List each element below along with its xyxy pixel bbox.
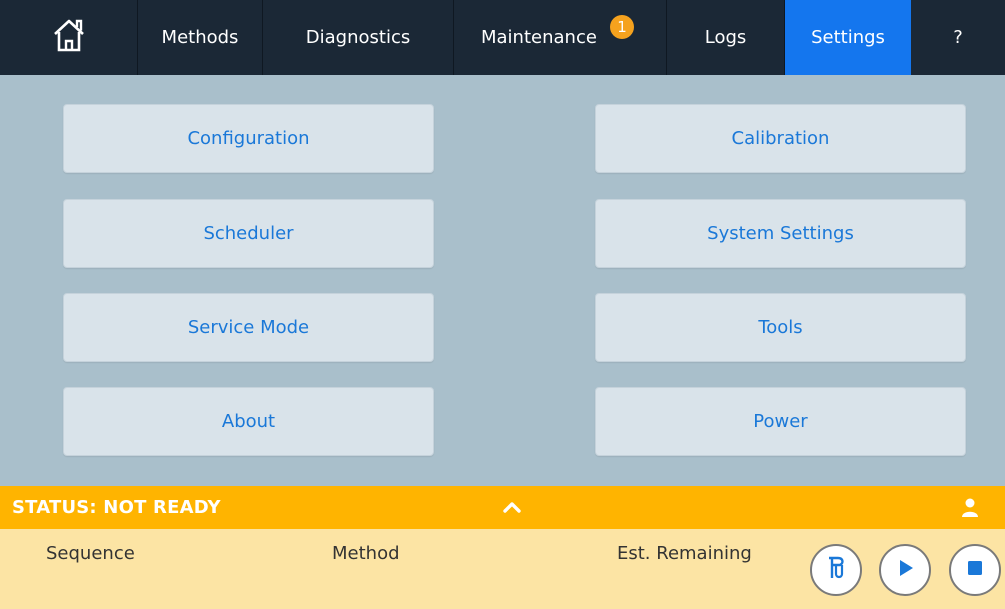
help-label: ? [953,27,963,48]
maintenance-notification-badge: 1 [610,15,634,39]
est-remaining-label: Est. Remaining [617,543,752,564]
tab-diagnostics-label: Diagnostics [305,27,411,48]
tab-maintenance[interactable]: Maintenance 1 [454,0,667,75]
priority-sample-icon [822,554,850,586]
service-mode-button[interactable]: Service Mode [63,293,434,362]
sequence-label: Sequence [46,543,135,564]
configuration-button[interactable]: Configuration [63,104,434,173]
tab-help[interactable]: ? [911,0,1005,75]
tab-logs[interactable]: Logs [667,0,785,75]
system-settings-button[interactable]: System Settings [595,199,966,268]
tab-maintenance-label: Maintenance [481,27,597,48]
about-button[interactable]: About [63,387,434,456]
tab-home[interactable] [0,0,138,75]
tab-logs-label: Logs [704,27,747,48]
scheduler-button[interactable]: Scheduler [63,199,434,268]
stop-button[interactable] [949,544,1001,596]
top-nav-bar: Methods Diagnostics Maintenance 1 Logs S… [0,0,1005,75]
method-label: Method [332,543,400,564]
play-button[interactable] [879,544,931,596]
tab-methods[interactable]: Methods [138,0,263,75]
settings-panel: Configuration Calibration Scheduler Syst… [0,75,1005,485]
tab-settings-label: Settings [811,27,885,48]
run-info-bar: Sequence Method Est. Remaining [0,529,1005,609]
tab-settings[interactable]: Settings [785,0,911,75]
priority-sample-button[interactable] [810,544,862,596]
tools-button[interactable]: Tools [595,293,966,362]
chevron-up-icon[interactable] [500,495,524,519]
play-icon [894,557,916,583]
calibration-button[interactable]: Calibration [595,104,966,173]
home-icon [49,15,89,60]
tab-methods-label: Methods [161,27,239,48]
status-bar: STATUS: NOT READY [0,486,1005,529]
power-button[interactable]: Power [595,387,966,456]
status-text: STATUS: NOT READY [12,497,221,518]
stop-icon [965,558,985,582]
user-icon[interactable] [960,497,980,517]
tab-diagnostics[interactable]: Diagnostics [263,0,454,75]
